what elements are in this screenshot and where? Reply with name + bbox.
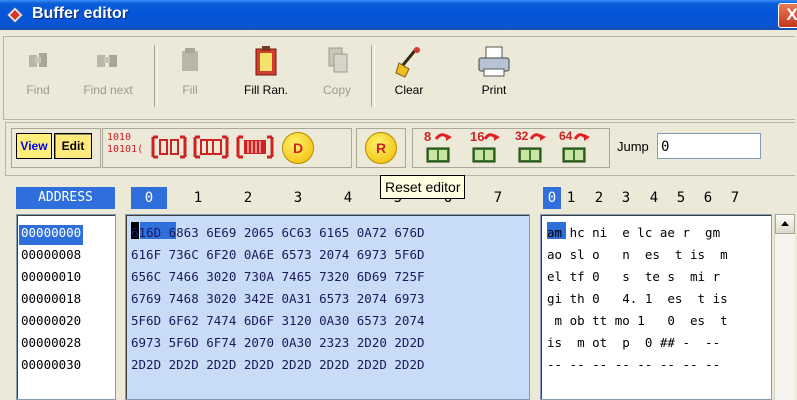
binary-button[interactable]: 1010 10101( (107, 132, 143, 162)
hex-pane[interactable]: 616D 6863 6E69 2065 6C63 6165 0A72 676D … (125, 214, 530, 400)
ascii-column-header[interactable]: 0 (543, 187, 561, 209)
byte-format-icon[interactable] (150, 134, 188, 160)
width-64-button[interactable]: 64 (556, 129, 592, 165)
width-8-button[interactable]: 8 (420, 129, 456, 165)
find-icon (29, 53, 47, 67)
binary-label-bottom: 10101( (107, 144, 144, 155)
ascii-column-header[interactable]: 2 (590, 187, 608, 209)
ascii-column-header[interactable]: 1 (562, 187, 580, 209)
print-label: Print (481, 83, 507, 97)
ascii-row[interactable]: el tf 0 s te s mi r (547, 269, 720, 289)
main-toolbar: Find Find next Fill Fill Ran. Copy Clear… (3, 36, 795, 120)
hex-row[interactable]: 6769 7468 3020 342E 0A31 6573 2074 6973 (131, 291, 425, 311)
scroll-up-button[interactable] (775, 214, 795, 234)
width-16-button[interactable]: 16 (466, 129, 502, 165)
fill-random-label: Fill Ran. (243, 83, 288, 97)
vertical-scrollbar[interactable] (774, 214, 795, 400)
ascii-column-header[interactable]: 3 (617, 187, 635, 209)
hex-column-header[interactable]: 1 (185, 187, 211, 209)
app-icon (6, 6, 24, 24)
find-button[interactable]: Find (18, 45, 58, 97)
copy-icon (328, 47, 348, 73)
hex-row[interactable]: 2D2D 2D2D 2D2D 2D2D 2D2D 2D2D 2D2D 2D2D (131, 357, 425, 377)
ascii-row[interactable]: ao sl o n es t is m (547, 247, 728, 267)
close-button[interactable]: X (778, 3, 797, 28)
copy-label: Copy (322, 83, 351, 97)
width-32-icon (518, 133, 546, 163)
arrow-up-icon (781, 221, 789, 226)
printer-icon (478, 46, 510, 77)
edit-mode-button[interactable]: Edit (54, 133, 92, 159)
ascii-column-header[interactable]: 6 (699, 187, 717, 209)
hex-row[interactable]: 5F6D 6F62 7474 6D6F 3120 0A30 6573 2074 (131, 313, 425, 333)
ascii-row[interactable]: is m ot p 0 ## - -- (547, 335, 720, 355)
fill-icon (182, 48, 198, 71)
hex-column-header[interactable]: 7 (485, 187, 511, 209)
ascii-column-header[interactable]: 7 (726, 187, 744, 209)
hex-row[interactable]: 656C 7466 3020 730A 7465 7320 6D69 725F (131, 269, 425, 289)
reset-editor-button[interactable]: R (365, 132, 397, 164)
address-cell[interactable]: 00000020 (21, 313, 81, 333)
ascii-pane[interactable]: am hc ni e lc ae r gm ao sl o n es t is … (540, 214, 772, 400)
hex-row[interactable]: 6973 5F6D 6F74 2070 0A30 2323 2D20 2D2D (131, 335, 425, 355)
fill-random-button[interactable]: Fill Ran. (234, 45, 298, 97)
find-label: Find (26, 83, 50, 97)
hex-row[interactable]: 616D 6863 6E69 2065 6C63 6165 0A72 676D (131, 225, 425, 245)
jump-label: Jump (617, 139, 649, 154)
address-cell[interactable]: 00000000 (19, 225, 84, 245)
print-button[interactable]: Print (474, 45, 514, 97)
ascii-row[interactable]: m ob tt mo 1 0 es t (547, 313, 728, 333)
binary-label-top: 1010 (107, 132, 132, 143)
hex-row[interactable]: 616F 736C 6F20 0A6E 6573 2074 6973 5F6D (131, 247, 425, 267)
ascii-row[interactable]: gi th 0 4. 1 es t is (547, 291, 728, 311)
hex-column-header[interactable]: 3 (285, 187, 311, 209)
width-16-icon (472, 133, 500, 163)
jump-input[interactable]: 0 (657, 133, 761, 159)
fill-button[interactable]: Fill (170, 45, 210, 97)
toolbar-separator (154, 45, 158, 107)
hex-column-header[interactable]: 4 (335, 187, 361, 209)
width-32-button[interactable]: 32 (512, 129, 548, 165)
view-mode-button[interactable]: View (16, 133, 52, 159)
ascii-row[interactable]: am hc ni e lc ae r gm (547, 225, 720, 245)
clear-label: Clear (394, 83, 424, 97)
reset-editor-tooltip: Reset editor (380, 175, 466, 199)
address-cell[interactable]: 00000008 (21, 247, 81, 267)
word-format-icon[interactable] (192, 134, 230, 160)
address-cell[interactable]: 00000028 (21, 335, 81, 355)
window-title: Buffer editor (32, 5, 128, 22)
ascii-column-header[interactable]: 4 (645, 187, 663, 209)
ascii-column-header[interactable]: 5 (672, 187, 690, 209)
clear-button[interactable]: Clear (389, 45, 429, 97)
find-next-button[interactable]: Find next (76, 45, 140, 97)
decimal-button[interactable]: D (282, 132, 314, 164)
find-next-label: Find next (83, 83, 133, 97)
fill-random-icon (255, 46, 277, 76)
ascii-row[interactable]: -- -- -- -- -- -- -- -- (547, 357, 720, 377)
hex-column-header[interactable]: 0 (131, 187, 167, 209)
width-64-icon (562, 133, 590, 163)
find-next-icon (97, 55, 117, 67)
address-cell[interactable]: 00000010 (21, 269, 81, 289)
broom-icon (395, 47, 420, 78)
address-list[interactable]: 00000000 00000008 00000010 00000018 0000… (16, 214, 116, 400)
title-bar[interactable]: Buffer editor X (0, 0, 797, 30)
dword-format-icon[interactable] (235, 134, 275, 160)
hex-column-header[interactable]: 2 (235, 187, 261, 209)
toolbar-separator (371, 45, 375, 107)
address-cell[interactable]: 00000018 (21, 291, 81, 311)
width-8-icon (426, 133, 452, 163)
fill-label: Fill (182, 83, 198, 97)
address-header: ADDRESS (16, 187, 115, 209)
editor-toolbar: View Edit 1010 10101( D R 8 16 32 64 Jum… (5, 122, 795, 176)
copy-button[interactable]: Copy (317, 45, 357, 97)
address-cell[interactable]: 00000030 (21, 357, 81, 377)
